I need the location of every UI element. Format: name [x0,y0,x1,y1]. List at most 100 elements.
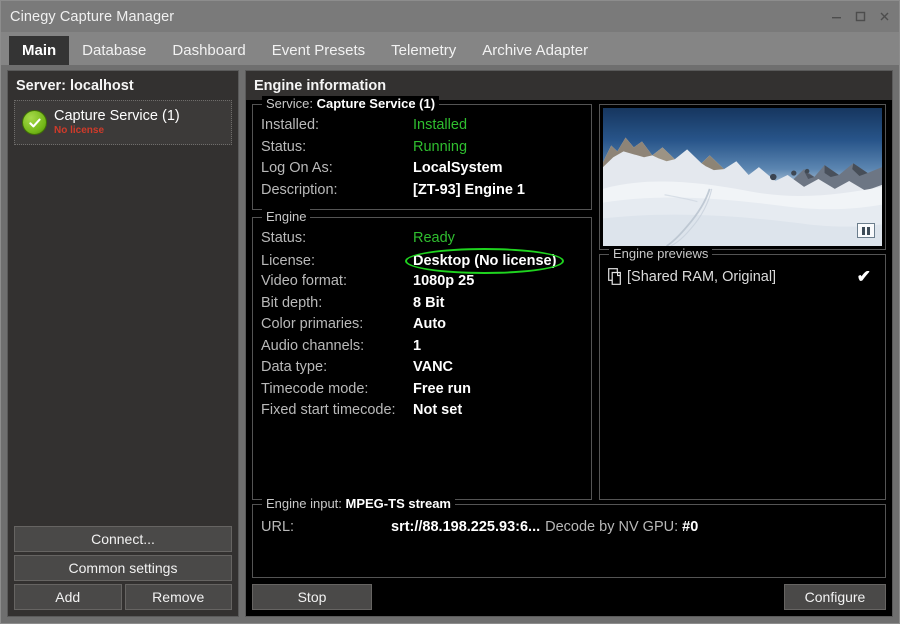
service-name: Capture Service (1) [54,108,180,125]
server-panel-buttons: Connect... Common settings Add Remove [8,526,238,616]
engine-previews-legend: Engine previews [609,246,712,261]
decode-gpu-label: Decode by NV GPU: [545,519,678,535]
service-list: Capture Service (1) No license [14,100,232,526]
mountain-landscape-graphic [603,108,882,246]
url-row: URL: srt://88.198.225.93:6... Decode by … [261,517,877,535]
decode-gpu-value: #0 [682,519,698,535]
application-window: Cinegy Capture Manager Main Database Das… [0,0,900,624]
engine-info-table: Status: Ready License: Desktop (No licen… [261,230,583,424]
display-monitor-icon [857,223,875,238]
table-row: Color primaries: Auto [261,316,583,338]
preview-column: Engine previews [Shared RAM, Origi [599,104,886,500]
minimize-icon[interactable] [825,6,847,28]
license-value-wrapper: Desktop (No license) [413,252,556,270]
add-remove-row: Add Remove [14,584,232,610]
row-label: Description: [261,182,413,198]
engine-information-panel: Engine information Service: Capture Serv… [245,70,893,617]
engine-information-content: Service: Capture Service (1) Installed: … [246,100,892,616]
upper-area: Service: Capture Service (1) Installed: … [252,104,886,500]
service-group: Service: Capture Service (1) Installed: … [252,104,592,210]
window-controls [825,1,895,32]
service-group-legend-value: Capture Service (1) [317,96,436,111]
list-item[interactable]: [Shared RAM, Original] ✔ [608,267,877,285]
table-row: Installed: Installed [261,117,583,139]
row-value: Desktop (No license) [413,253,556,269]
video-preview[interactable] [599,104,886,250]
tab-database[interactable]: Database [69,36,159,65]
service-group-legend: Service: Capture Service (1) [262,96,439,111]
configure-button[interactable]: Configure [784,584,886,610]
engine-group: Engine Status: Ready License: Desktop (N… [252,217,592,500]
close-icon[interactable] [873,6,895,28]
pages-copy-icon [608,268,623,285]
server-panel: Server: localhost Capture Service (1) No… [7,70,239,617]
row-value: Not set [413,402,462,418]
row-label: Color primaries: [261,316,413,332]
engine-input-group: Engine input: MPEG-TS stream URL: srt://… [252,504,886,578]
table-row: Status: Ready [261,230,583,252]
row-value: Running [413,139,467,155]
row-label: Data type: [261,359,413,375]
details-column: Service: Capture Service (1) Installed: … [252,104,592,500]
title-bar: Cinegy Capture Manager [1,1,899,32]
row-value: Free run [413,381,471,397]
table-row: Description: [ZT-93] Engine 1 [261,182,583,204]
service-license-warning: No license [54,125,180,137]
list-item[interactable]: Capture Service (1) No license [14,100,232,145]
table-row: Data type: VANC [261,359,583,381]
row-value: 1080p 25 [413,273,474,289]
maximize-icon[interactable] [849,6,871,28]
service-group-legend-prefix: Service: [266,96,317,111]
tab-telemetry[interactable]: Telemetry [378,36,469,65]
row-label: Bit depth: [261,295,413,311]
checkmark-icon[interactable]: ✔ [857,268,877,285]
service-text-block: Capture Service (1) No license [54,108,180,137]
row-value: VANC [413,359,453,375]
engine-input-legend-prefix: Engine input: [266,496,346,511]
add-button[interactable]: Add [14,584,122,610]
engine-group-legend: Engine [262,209,310,224]
table-row-license: License: Desktop (No license) [261,252,583,274]
common-settings-button[interactable]: Common settings [14,555,232,581]
row-label: Timecode mode: [261,381,413,397]
table-row: Status: Running [261,139,583,161]
table-row: Audio channels: 1 [261,338,583,360]
engine-previews-group: Engine previews [Shared RAM, Origi [599,254,886,500]
engine-input-legend-value: MPEG-TS stream [346,496,451,511]
row-value: Installed [413,117,467,133]
tab-event-presets[interactable]: Event Presets [259,36,378,65]
preview-item-label: [Shared RAM, Original] [627,269,853,285]
row-label: Video format: [261,273,413,289]
row-label: Fixed start timecode: [261,402,413,418]
tab-bar: Main Database Dashboard Event Presets Te… [1,32,899,65]
tab-archive-adapter[interactable]: Archive Adapter [469,36,601,65]
check-circle-icon [22,110,47,135]
row-value: Auto [413,316,446,332]
stop-button[interactable]: Stop [252,584,372,610]
url-label: URL: [261,519,391,535]
window-title: Cinegy Capture Manager [10,9,174,25]
row-label: Log On As: [261,160,413,176]
table-row: Fixed start timecode: Not set [261,402,583,424]
remove-button[interactable]: Remove [125,584,233,610]
server-panel-header: Server: localhost [8,71,238,100]
row-label: License: [261,253,413,269]
action-bar: Stop Configure [252,582,886,610]
table-row: Log On As: LocalSystem [261,160,583,182]
row-value: 1 [413,338,421,354]
row-label: Status: [261,230,413,246]
row-value: 8 Bit [413,295,444,311]
video-frame [603,108,882,246]
row-value: [ZT-93] Engine 1 [413,182,525,198]
table-row: Timecode mode: Free run [261,381,583,403]
service-info-table: Installed: Installed Status: Running Log… [261,117,583,203]
url-value: srt://88.198.225.93:6... [391,519,540,535]
connect-button[interactable]: Connect... [14,526,232,552]
tab-main[interactable]: Main [9,36,69,65]
row-label: Status: [261,139,413,155]
row-label: Installed: [261,117,413,133]
tab-dashboard[interactable]: Dashboard [159,36,258,65]
row-label: Audio channels: [261,338,413,354]
engine-input-legend: Engine input: MPEG-TS stream [262,496,455,511]
table-row: Bit depth: 8 Bit [261,295,583,317]
